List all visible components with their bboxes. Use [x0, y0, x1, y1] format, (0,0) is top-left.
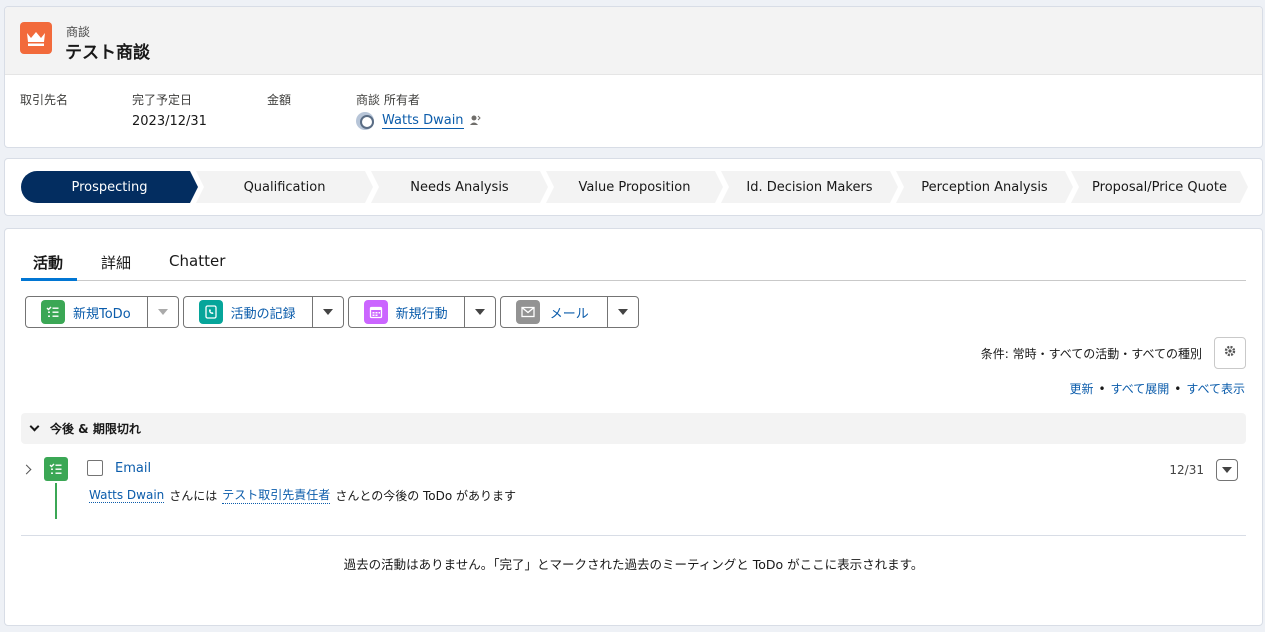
field-label: 完了予定日: [132, 93, 193, 107]
task-text-before: さんには: [169, 488, 218, 503]
tab-bar: 活動 詳細 Chatter: [21, 243, 1246, 281]
activity-panel: 活動 詳細 Chatter 新規ToDo 活動の記録 新規行動 メール 条件: …: [4, 228, 1263, 626]
tab-chatter[interactable]: Chatter: [155, 243, 239, 280]
field-account-name: 取引先名: [20, 91, 68, 114]
timeline-item: Email Watts Dwain さんには テスト取引先責任者 さんとの今後の…: [21, 457, 1246, 521]
task-text-after: さんとの今後の ToDo があります: [335, 488, 517, 503]
owner-link[interactable]: Watts Dwain: [382, 113, 464, 129]
new-event-button[interactable]: 新規行動: [349, 297, 464, 327]
task-actions-menu[interactable]: [1216, 459, 1238, 481]
path-stage-value-proposition[interactable]: Value Proposition: [546, 171, 723, 203]
task-complete-checkbox[interactable]: [87, 460, 103, 476]
path-stage-proposal-price-quote[interactable]: Proposal/Price Quote: [1071, 171, 1248, 203]
path-stage-id-decision-makers[interactable]: Id. Decision Makers: [721, 171, 898, 203]
new-event-label: 新規行動: [395, 306, 448, 322]
chevron-down-icon: [474, 309, 485, 315]
task-icon: [41, 300, 65, 324]
log-call-dropdown[interactable]: [311, 297, 343, 327]
owner-row: Watts Dwain: [356, 112, 481, 130]
email-split-button: メール: [499, 296, 639, 328]
divider: [21, 535, 1246, 536]
new-task-button[interactable]: 新規ToDo: [26, 297, 147, 327]
refresh-link[interactable]: 更新: [1069, 382, 1093, 396]
log-call-button[interactable]: 活動の記録: [184, 297, 312, 327]
opportunity-icon: [20, 22, 52, 54]
record-header: 商談 テスト商談 取引先名 完了予定日 2023/12/31 金額 商談 所有者…: [4, 6, 1263, 148]
log-call-split-button: 活動の記録: [182, 296, 344, 328]
field-label: 商談 所有者: [356, 93, 420, 107]
log-call-icon: [198, 300, 223, 324]
path-stages: Prospecting Qualification Needs Analysis…: [21, 171, 1262, 204]
new-event-split-button: 新規行動: [347, 296, 496, 328]
no-past-activity-message: 過去の活動はありません。「完了」とマークされた過去のミーティングと ToDo が…: [343, 557, 924, 572]
path-stage-qualification[interactable]: Qualification: [196, 171, 373, 203]
assignee-link[interactable]: Watts Dwain: [89, 488, 165, 503]
new-task-label: 新規ToDo: [73, 306, 131, 322]
task-subject-link[interactable]: Email: [115, 461, 151, 476]
email-label: メール: [549, 306, 589, 322]
task-due-date: 12/31: [1169, 463, 1204, 477]
section-title: 今後 & 期限切れ: [50, 422, 141, 436]
timeline-line: [55, 483, 57, 519]
task-description: Watts Dwain さんには テスト取引先責任者 さんとの今後の ToDo …: [89, 486, 521, 504]
chevron-right-icon[interactable]: [21, 464, 32, 475]
gear-icon: [1223, 344, 1237, 362]
email-icon: [515, 300, 540, 324]
tab-activity[interactable]: 活動: [21, 243, 78, 281]
show-all-link[interactable]: すべて表示: [1186, 382, 1245, 396]
task-icon: [44, 457, 68, 481]
new-task-split-button: 新規ToDo: [25, 296, 179, 328]
field-owner: 商談 所有者 Watts Dwain: [356, 91, 481, 130]
timeline-links: 更新 • すべて展開 • すべて表示: [1069, 382, 1245, 396]
chevron-down-icon: [1222, 467, 1232, 473]
chevron-down-icon: [322, 309, 333, 315]
new-event-dropdown[interactable]: [463, 297, 495, 327]
field-label: 金額: [267, 93, 292, 107]
field-value: 2023/12/31: [132, 114, 207, 129]
path-stage-needs-analysis[interactable]: Needs Analysis: [371, 171, 548, 203]
new-task-dropdown[interactable]: [146, 297, 178, 327]
field-amount: 金額: [267, 91, 291, 114]
email-button[interactable]: メール: [501, 297, 607, 327]
path-stage-perception-analysis[interactable]: Perception Analysis: [896, 171, 1073, 203]
highlight-fields: 取引先名 完了予定日 2023/12/31 金額 商談 所有者 Watts Dw…: [5, 75, 1262, 147]
path-stage-prospecting[interactable]: Prospecting: [21, 171, 198, 203]
activity-filter: 条件: 常時・すべての活動・すべての種別: [981, 337, 1246, 369]
field-close-date: 完了予定日 2023/12/31: [132, 91, 207, 129]
upcoming-overdue-section-header[interactable]: 今後 & 期限切れ: [21, 413, 1246, 444]
calendar-icon: [363, 300, 388, 324]
activity-actions: 新規ToDo 活動の記録 新規行動 メール: [25, 296, 643, 328]
chevron-down-icon: [29, 421, 40, 432]
avatar: [356, 112, 374, 130]
chevron-down-icon: [617, 309, 628, 315]
contact-link[interactable]: テスト取引先責任者: [222, 486, 331, 504]
field-label: 取引先名: [20, 93, 69, 107]
expand-all-link[interactable]: すべて展開: [1111, 382, 1170, 396]
chevron-down-icon: [157, 309, 168, 315]
tab-details[interactable]: 詳細: [87, 243, 145, 280]
filter-settings-button[interactable]: [1214, 337, 1246, 369]
sales-path: Prospecting Qualification Needs Analysis…: [4, 158, 1263, 216]
log-call-label: 活動の記録: [230, 306, 296, 322]
filter-summary: 条件: 常時・すべての活動・すべての種別: [980, 346, 1202, 361]
email-dropdown[interactable]: [606, 297, 638, 327]
header-title-area: 商談 テスト商談: [5, 7, 1262, 75]
change-owner-icon[interactable]: [469, 114, 481, 129]
record-title: テスト商談: [65, 43, 150, 63]
